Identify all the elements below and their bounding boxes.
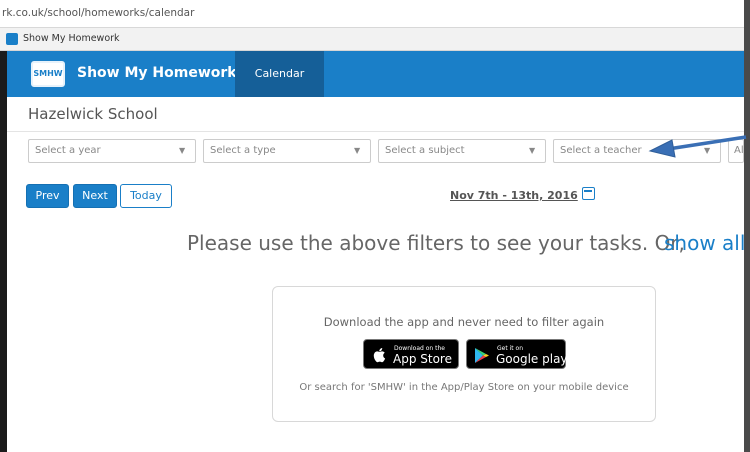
app-box-title: Download the app and never need to filte…: [323, 315, 605, 329]
header-divider: [7, 131, 744, 132]
teacher-select[interactable]: Select a teacher ▼: [553, 139, 721, 163]
subject-select[interactable]: Select a subject ▼: [378, 139, 546, 163]
caret-down-icon: ▼: [354, 146, 361, 155]
today-button[interactable]: Today: [120, 184, 172, 208]
browser-url-bar[interactable]: rk.co.uk/school/homeworks/calendar: [0, 0, 750, 28]
smhw-logo-icon[interactable]: SMHW: [31, 61, 65, 87]
show-all-link[interactable]: show all: [664, 231, 745, 255]
google-play-small-text: Get it on: [497, 345, 524, 352]
date-range-link[interactable]: Nov 7th - 13th, 2016: [450, 189, 578, 202]
year-select[interactable]: Select a year ▼: [28, 139, 196, 163]
favicon-icon: [6, 33, 18, 45]
window-frame-right: [744, 0, 750, 452]
tab-title[interactable]: Show My Homework: [23, 33, 120, 44]
caret-down-icon: ▼: [179, 146, 186, 155]
school-name: Hazelwick School: [28, 105, 158, 123]
prev-button[interactable]: Prev: [26, 184, 69, 208]
app-box-hint: Or search for 'SMHW' in the App/Play Sto…: [299, 382, 629, 393]
browser-tab-strip: Show My Homework: [0, 28, 750, 51]
caret-down-icon: ▼: [529, 146, 536, 155]
type-select-value: Select a type: [210, 145, 276, 156]
app-store-small-text: Download on the: [394, 345, 445, 352]
google-play-big-text: Google play: [496, 352, 568, 366]
subject-select-value: Select a subject: [385, 145, 465, 156]
app-store-button[interactable]: Download on the App Store: [363, 339, 459, 369]
type-select[interactable]: Select a type ▼: [203, 139, 371, 163]
year-select-value: Select a year: [35, 145, 101, 156]
logo-text: SMHW: [33, 69, 63, 78]
extra-select[interactable]: All c: [728, 139, 744, 163]
brand-title[interactable]: Show My Homework: [77, 65, 237, 81]
top-navbar: SMHW Show My Homework Calendar: [7, 51, 744, 97]
filter-message: Please use the above filters to see your…: [187, 231, 685, 255]
calendar-icon[interactable]: [582, 187, 595, 200]
tab-calendar[interactable]: Calendar: [235, 51, 324, 97]
caret-down-icon: ▼: [704, 146, 711, 155]
window-frame-left: [0, 51, 7, 452]
apple-icon: [373, 348, 386, 363]
extra-select-value: All c: [734, 145, 744, 156]
google-play-button[interactable]: Get it on Google play: [466, 339, 568, 369]
tab-calendar-label: Calendar: [254, 67, 305, 80]
app-store-big-text: App Store: [393, 352, 452, 366]
next-button[interactable]: Next: [73, 184, 117, 208]
url-text[interactable]: rk.co.uk/school/homeworks/calendar: [2, 7, 194, 19]
app-download-box: Download the app and never need to filte…: [272, 286, 656, 422]
teacher-select-value: Select a teacher: [560, 145, 642, 156]
google-play-icon: [475, 348, 489, 363]
